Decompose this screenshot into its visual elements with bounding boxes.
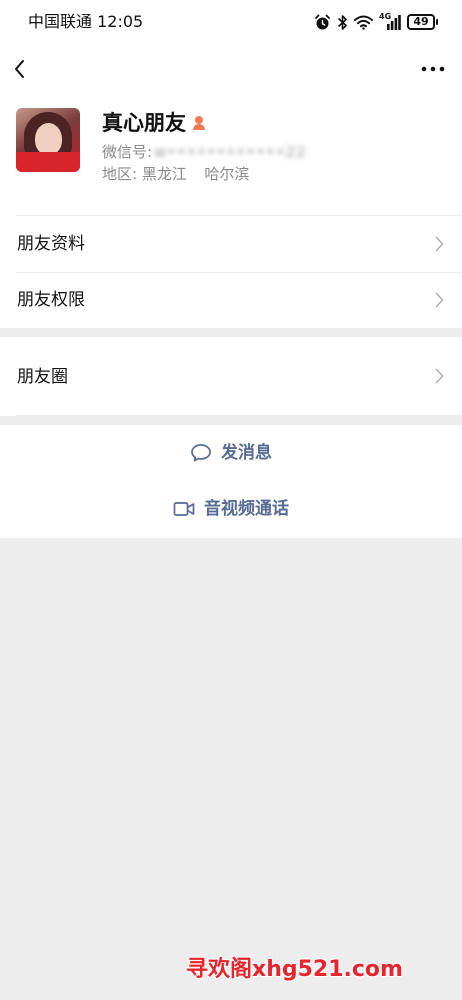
avatar-scarf: [16, 152, 80, 172]
send-message-button[interactable]: 发消息: [0, 433, 462, 473]
chevron-right-icon: [435, 368, 444, 384]
contact-profile-page: 中国联通 12:05 4G 49 真心朋友 微信号: w••••••••••••…: [0, 0, 462, 1000]
moments-label: 朋友圈: [17, 367, 68, 387]
status-bar: 中国联通 12:05 4G 49: [0, 0, 462, 44]
send-message-label: 发消息: [221, 443, 272, 463]
nav-bar: [0, 52, 462, 86]
section-gap: [0, 328, 462, 337]
signal-bars-icon: [387, 15, 401, 30]
alarm-icon: [315, 14, 330, 29]
wechat-id-row: 微信号: w••••••••••••22: [102, 142, 307, 162]
battery-level: 49: [407, 14, 435, 30]
video-camera-icon: [173, 502, 195, 516]
friend-info-label: 朋友资料: [17, 234, 85, 254]
chat-bubble-icon: [191, 444, 211, 462]
female-gender-icon: [193, 116, 205, 130]
bluetooth-icon: [337, 14, 347, 30]
avatar-face: [35, 123, 62, 155]
status-left: 中国联通 12:05: [28, 12, 143, 32]
video-call-button[interactable]: 音视频通话: [0, 489, 462, 529]
chevron-right-icon: [435, 292, 444, 308]
clock: 12:05: [97, 12, 144, 31]
region-city: 哈尔滨: [204, 165, 250, 183]
friend-permissions-row[interactable]: 朋友权限: [0, 272, 462, 328]
contact-name: 真心朋友: [102, 111, 186, 135]
wechat-id-label: 微信号:: [102, 143, 153, 161]
region-label: 地区:: [102, 165, 138, 183]
video-call-label: 音视频通话: [204, 499, 289, 519]
friend-permissions-label: 朋友权限: [17, 290, 85, 310]
name-row: 真心朋友: [102, 108, 206, 138]
region-row: 地区: 黑龙江 哈尔滨: [102, 164, 249, 184]
region-province: 黑龙江: [141, 165, 187, 183]
section-gap: [0, 416, 462, 425]
profile-panel: 中国联通 12:05 4G 49 真心朋友 微信号: w••••••••••••…: [0, 0, 462, 538]
friend-info-row[interactable]: 朋友资料: [0, 216, 462, 272]
battery-tip: [436, 19, 438, 25]
wechat-id-value: w••••••••••••22: [154, 143, 307, 161]
carrier-label: 中国联通: [28, 12, 93, 31]
signal-indicator: 4G: [379, 12, 401, 30]
back-icon[interactable]: [10, 56, 34, 82]
wifi-icon: [354, 15, 373, 30]
watermark-text: 寻欢阁xhg521.com: [186, 957, 403, 982]
battery-indicator: 49: [407, 14, 438, 30]
avatar[interactable]: [16, 108, 80, 172]
status-icons: 4G 49: [314, 12, 438, 32]
moments-row[interactable]: 朋友圈: [0, 337, 462, 415]
profile-header: 真心朋友 微信号: w••••••••••••22 地区: 黑龙江 哈尔滨: [0, 100, 462, 216]
more-options-icon[interactable]: [420, 60, 446, 78]
chevron-right-icon: [435, 236, 444, 252]
